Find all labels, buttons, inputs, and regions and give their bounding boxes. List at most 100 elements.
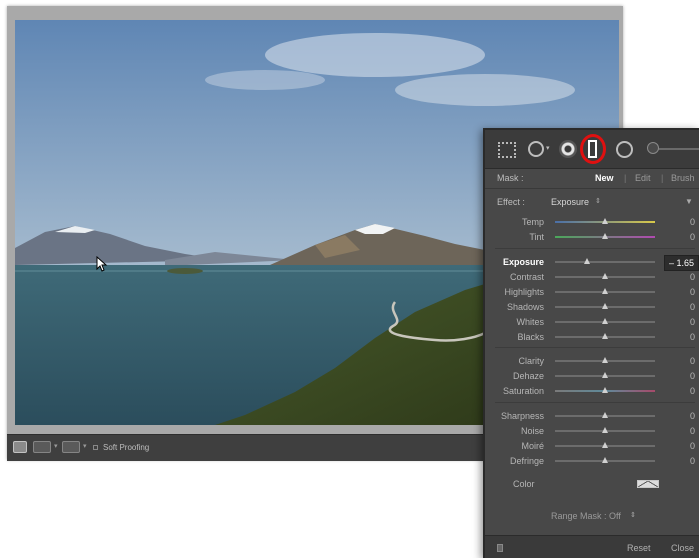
slider-row-13: Moiré 0 (485, 439, 699, 453)
reset-button[interactable]: Reset (627, 536, 651, 558)
slider-knob[interactable] (602, 288, 608, 294)
mask-separator: | (661, 173, 664, 183)
soft-proofing-checkbox[interactable] (93, 445, 98, 450)
slider-row-5: Shadows 0 (485, 300, 699, 314)
slider-knob[interactable] (602, 273, 608, 279)
adjustment-brush-icon[interactable] (647, 142, 659, 154)
slider-label: Saturation (502, 386, 544, 396)
panel-toggle-switch[interactable] (497, 544, 503, 552)
slider-track[interactable] (555, 261, 655, 263)
slider-row-0: Temp 0 (485, 215, 699, 229)
effect-label: Effect : (497, 197, 525, 207)
mask-row: Mask : New | Edit | Brush (485, 168, 699, 189)
slider-value: 0 (689, 232, 695, 242)
mask-separator: | (624, 173, 627, 183)
panel-footer: Reset Close (485, 535, 699, 558)
slider-knob[interactable] (602, 412, 608, 418)
slider-knob[interactable] (602, 457, 608, 463)
tool-strip: ▾ (485, 130, 699, 169)
slider-label: Temp (521, 217, 544, 227)
slider-knob[interactable] (602, 333, 608, 339)
slider-knob[interactable] (602, 372, 608, 378)
chevron-down-icon[interactable]: ▾ (546, 144, 550, 153)
slider-value: 0 (689, 411, 695, 421)
slider-row-3: Contrast 0 (485, 270, 699, 284)
chevron-down-icon[interactable]: ▾ (83, 441, 87, 453)
effect-dropdown[interactable]: Exposure (551, 194, 589, 210)
slider-label: Exposure (502, 257, 544, 267)
color-swatch[interactable] (637, 480, 659, 488)
slider-value[interactable]: – 1.65 (663, 255, 699, 271)
slider-row-14: Defringe 0 (485, 454, 699, 468)
slider-row-9: Dehaze 0 (485, 369, 699, 383)
slider-label: Moiré (521, 441, 544, 451)
slider-value: 0 (689, 456, 695, 466)
slider-row-2: Exposure – 1.65 (485, 255, 699, 271)
slider-row-12: Noise 0 (485, 424, 699, 438)
mask-brush-button[interactable]: Brush (671, 168, 695, 188)
slider-knob[interactable] (602, 218, 608, 224)
color-label: Color (513, 479, 535, 489)
before-after-view-icon[interactable] (33, 441, 51, 453)
soft-proofing-label: Soft Proofing (103, 443, 150, 452)
section-divider (495, 347, 695, 348)
slider-label: Contrast (509, 272, 544, 282)
slider-value: 0 (689, 287, 695, 297)
slider-label: Clarity (518, 356, 544, 366)
slider-knob[interactable] (602, 303, 608, 309)
slider-knob[interactable] (584, 258, 590, 264)
slider-value: 0 (689, 386, 695, 396)
slider-label: Dehaze (512, 371, 544, 381)
slider-knob[interactable] (602, 442, 608, 448)
range-mask-dropdown[interactable]: Range Mask : Off (551, 508, 621, 524)
slider-value: 0 (689, 371, 695, 381)
loupe-view-icon[interactable] (13, 441, 27, 453)
slider-knob[interactable] (602, 318, 608, 324)
chevron-updown-icon[interactable]: ⇕ (630, 508, 636, 524)
slider-value: 0 (689, 317, 695, 327)
slider-label: Sharpness (500, 411, 544, 421)
before-after-swap-icon[interactable] (62, 441, 80, 453)
slider-label: Defringe (509, 456, 544, 466)
local-adjustment-panel: ▾ Mask : New | Edit | Brush Effect : Exp… (483, 128, 699, 558)
slider-label: Tint (529, 232, 544, 242)
slider-row-4: Highlights 0 (485, 285, 699, 299)
slider-value: 0 (689, 356, 695, 366)
slider-row-7: Blacks 0 (485, 330, 699, 344)
chevron-down-icon[interactable]: ▾ (54, 441, 58, 453)
slider-row-6: Whites 0 (485, 315, 699, 329)
slider-label: Shadows (506, 302, 544, 312)
color-row: Color (485, 477, 699, 491)
slider-label: Noise (520, 426, 544, 436)
mouse-cursor-icon (96, 256, 108, 272)
disclosure-triangle-icon[interactable]: ▼ (685, 194, 693, 210)
effect-row: Effect : Exposure ⇕ ▼ (485, 194, 699, 210)
adjustment-brush-track (653, 148, 699, 150)
spot-removal-icon[interactable] (528, 141, 544, 157)
slider-row-1: Tint 0 (485, 230, 699, 244)
slider-label: Highlights (504, 287, 544, 297)
slider-knob[interactable] (602, 357, 608, 363)
slider-value: 0 (689, 272, 695, 282)
slider-knob[interactable] (602, 387, 608, 393)
slider-value: 0 (689, 332, 695, 342)
slider-value: 0 (689, 302, 695, 312)
slider-row-8: Clarity 0 (485, 354, 699, 368)
red-eye-icon[interactable] (559, 140, 577, 158)
mask-label: Mask : (497, 173, 524, 183)
slider-value: 0 (689, 441, 695, 451)
section-divider (495, 402, 695, 403)
slider-value: 0 (689, 217, 695, 227)
close-button[interactable]: Close (671, 536, 694, 558)
slider-label: Whites (516, 317, 544, 327)
slider-knob[interactable] (602, 233, 608, 239)
range-mask-row: Range Mask : Off ⇕ (485, 508, 699, 524)
crop-overlay-icon[interactable] (498, 142, 516, 158)
mask-edit-button[interactable]: Edit (635, 168, 651, 188)
mask-new-button[interactable]: New (595, 168, 614, 188)
radial-filter-icon[interactable] (616, 141, 633, 158)
section-divider (495, 248, 695, 249)
chevron-updown-icon[interactable]: ⇕ (595, 194, 601, 210)
highlight-ring (580, 134, 606, 164)
slider-knob[interactable] (602, 427, 608, 433)
